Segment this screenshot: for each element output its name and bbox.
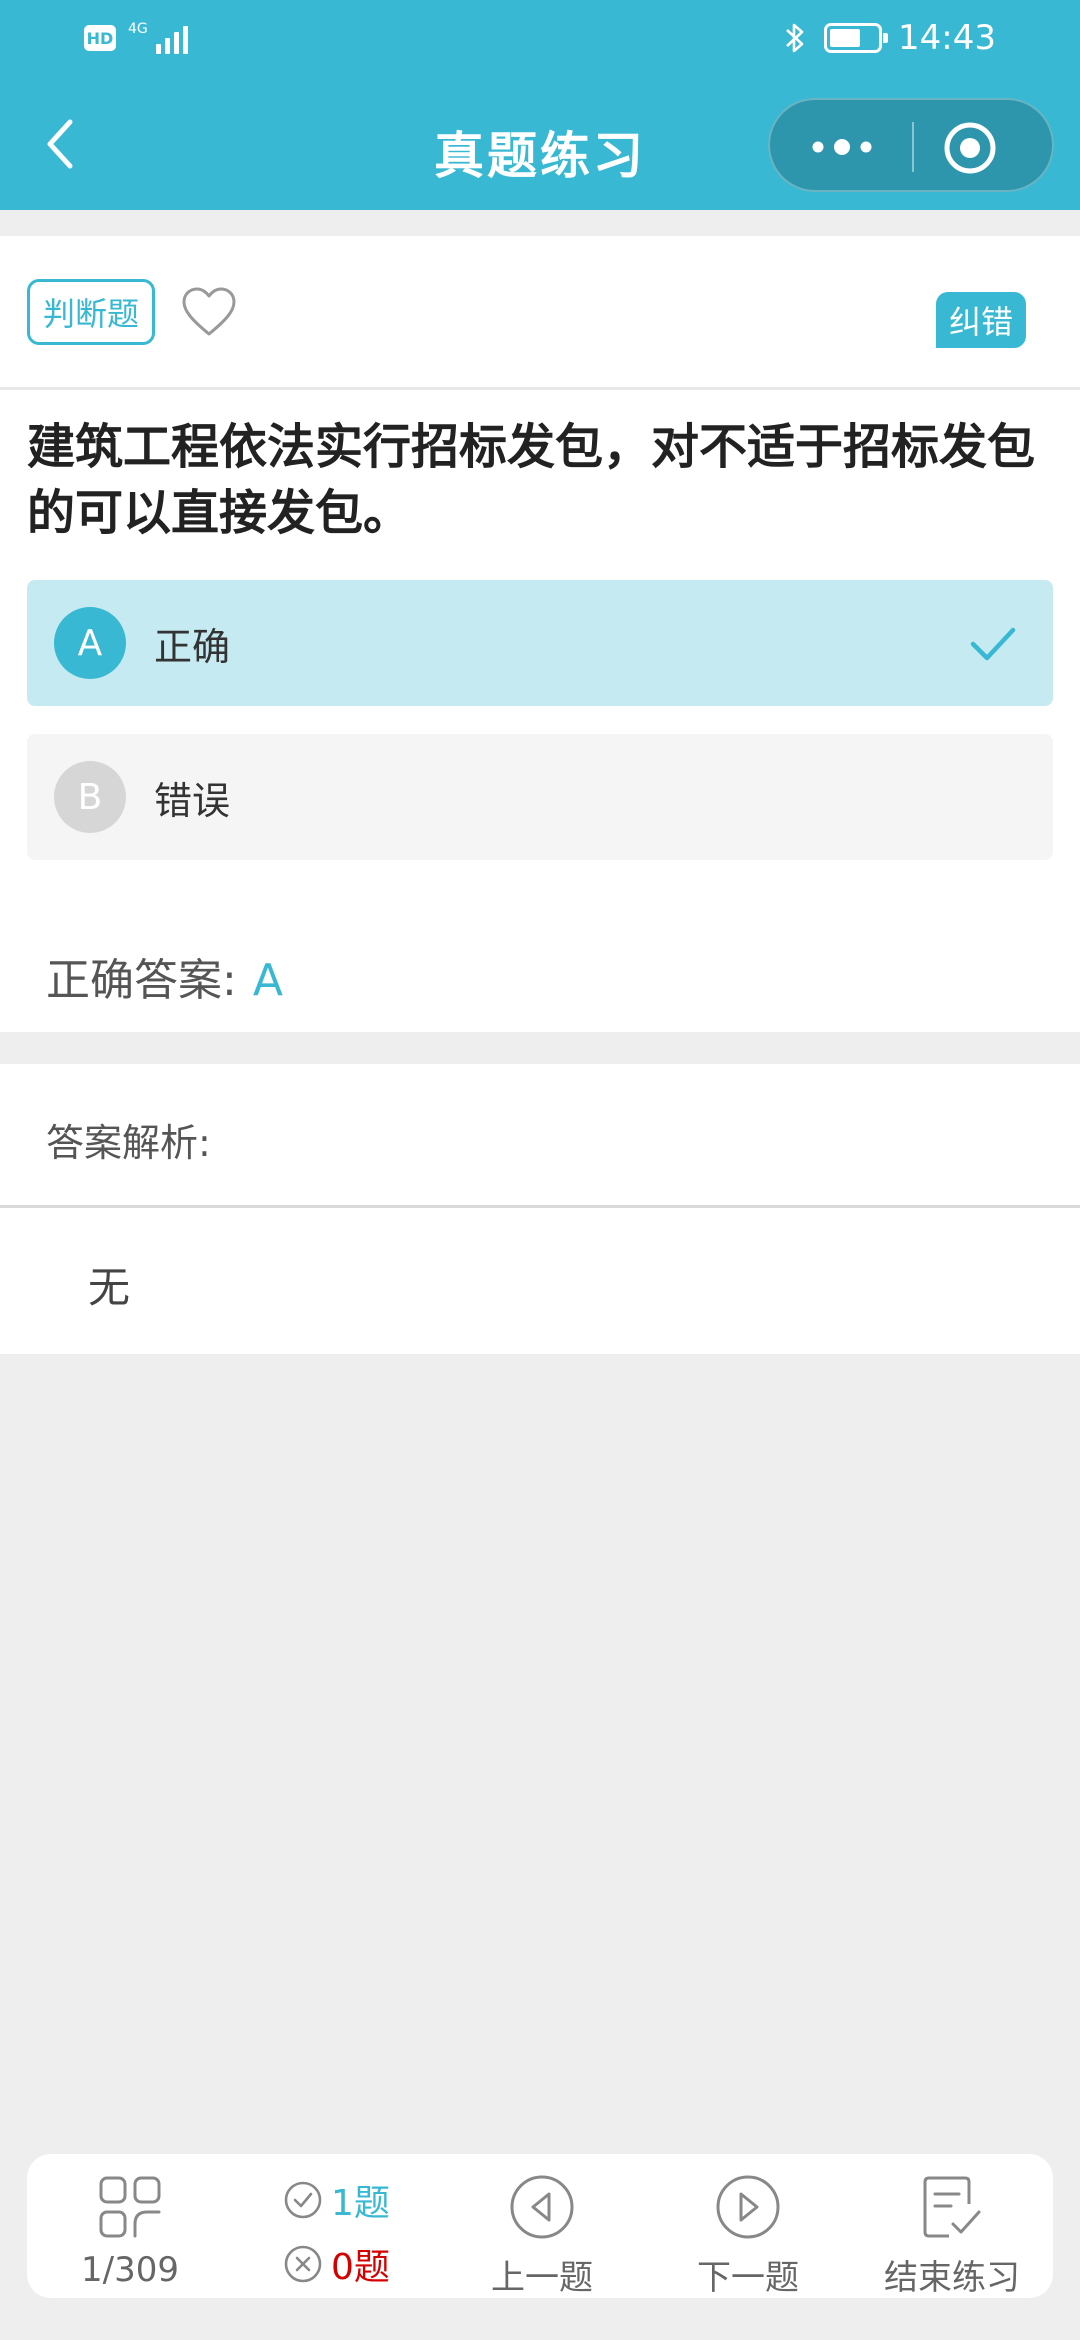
correct-answer-label: 正确答案: — [46, 955, 237, 1006]
end-practice-button[interactable]: 结束练习 — [851, 2154, 1053, 2298]
grid-icon — [99, 2176, 161, 2238]
option-a[interactable]: A 正确 — [27, 580, 1053, 706]
option-letter-circle: A — [54, 607, 126, 679]
clock: 14:43 — [898, 18, 996, 58]
question-card: 判断题 纠错 建筑工程依法实行招标发包，对不适于招标发包的可以直接发包。 A 正… — [0, 236, 1080, 1032]
close-program-icon[interactable] — [942, 120, 998, 176]
x-circle-icon — [284, 2245, 322, 2283]
question-tag-row: 判断题 纠错 — [0, 236, 1080, 390]
header: HD 4G 14:43 真题练习 — [0, 0, 1080, 210]
prev-question-button[interactable]: 上一题 — [439, 2154, 645, 2298]
battery-icon — [824, 23, 889, 53]
analysis-card: 答案解析: 无 — [0, 1064, 1080, 1354]
favorite-heart-icon[interactable] — [180, 284, 238, 342]
status-bar: HD 4G 14:43 — [0, 0, 1080, 80]
signal-icon: 4G — [128, 22, 188, 54]
checkmark-icon — [970, 627, 1016, 661]
wrong-count-row: 0题 — [283, 2238, 390, 2290]
prev-question-label: 上一题 — [491, 2258, 593, 2298]
correct-count-row: 1题 — [283, 2174, 390, 2226]
end-practice-label: 结束练习 — [884, 2258, 1020, 2298]
bottom-toolbar: 1/309 1题 0题 上一题 下一题 结束练习 — [27, 2154, 1053, 2298]
option-text: 错误 — [154, 778, 231, 823]
question-type-tag: 判断题 — [27, 279, 155, 345]
analysis-label: 答案解析: — [0, 1064, 1080, 1208]
option-text: 正确 — [154, 624, 231, 669]
bluetooth-icon — [786, 23, 804, 53]
progress-counter: 1/309 — [81, 2250, 179, 2290]
network-type: 4G — [128, 21, 148, 37]
report-error-button[interactable]: 纠错 — [936, 292, 1026, 348]
capsule-divider — [912, 122, 914, 172]
battery-level — [830, 29, 861, 47]
score-summary: 1题 0题 — [233, 2154, 439, 2298]
next-icon — [716, 2175, 780, 2239]
end-practice-icon — [923, 2176, 981, 2238]
wrong-count: 0题 — [331, 2247, 390, 2288]
nav-bar: 真题练习 — [0, 92, 1080, 200]
check-circle-icon — [284, 2181, 322, 2219]
next-question-button[interactable]: 下一题 — [645, 2154, 851, 2298]
question-grid-button[interactable]: 1/309 — [27, 2154, 233, 2298]
correct-count: 1题 — [331, 2183, 390, 2224]
question-text: 建筑工程依法实行招标发包，对不适于招标发包的可以直接发包。 — [27, 419, 1036, 541]
status-left: HD 4G — [84, 22, 188, 54]
next-question-label: 下一题 — [697, 2258, 799, 2298]
mini-program-capsule — [768, 98, 1054, 192]
prev-icon — [510, 2175, 574, 2239]
more-icon[interactable] — [806, 118, 878, 176]
status-right: 14:43 — [782, 18, 996, 58]
correct-answer-value: A — [252, 955, 283, 1006]
correct-answer-row: 正确答案: A — [46, 944, 283, 1008]
option-b[interactable]: B 错误 — [27, 734, 1053, 860]
option-letter-circle: B — [54, 761, 126, 833]
analysis-text: 无 — [88, 1263, 131, 1312]
hd-badge: HD — [84, 25, 116, 51]
